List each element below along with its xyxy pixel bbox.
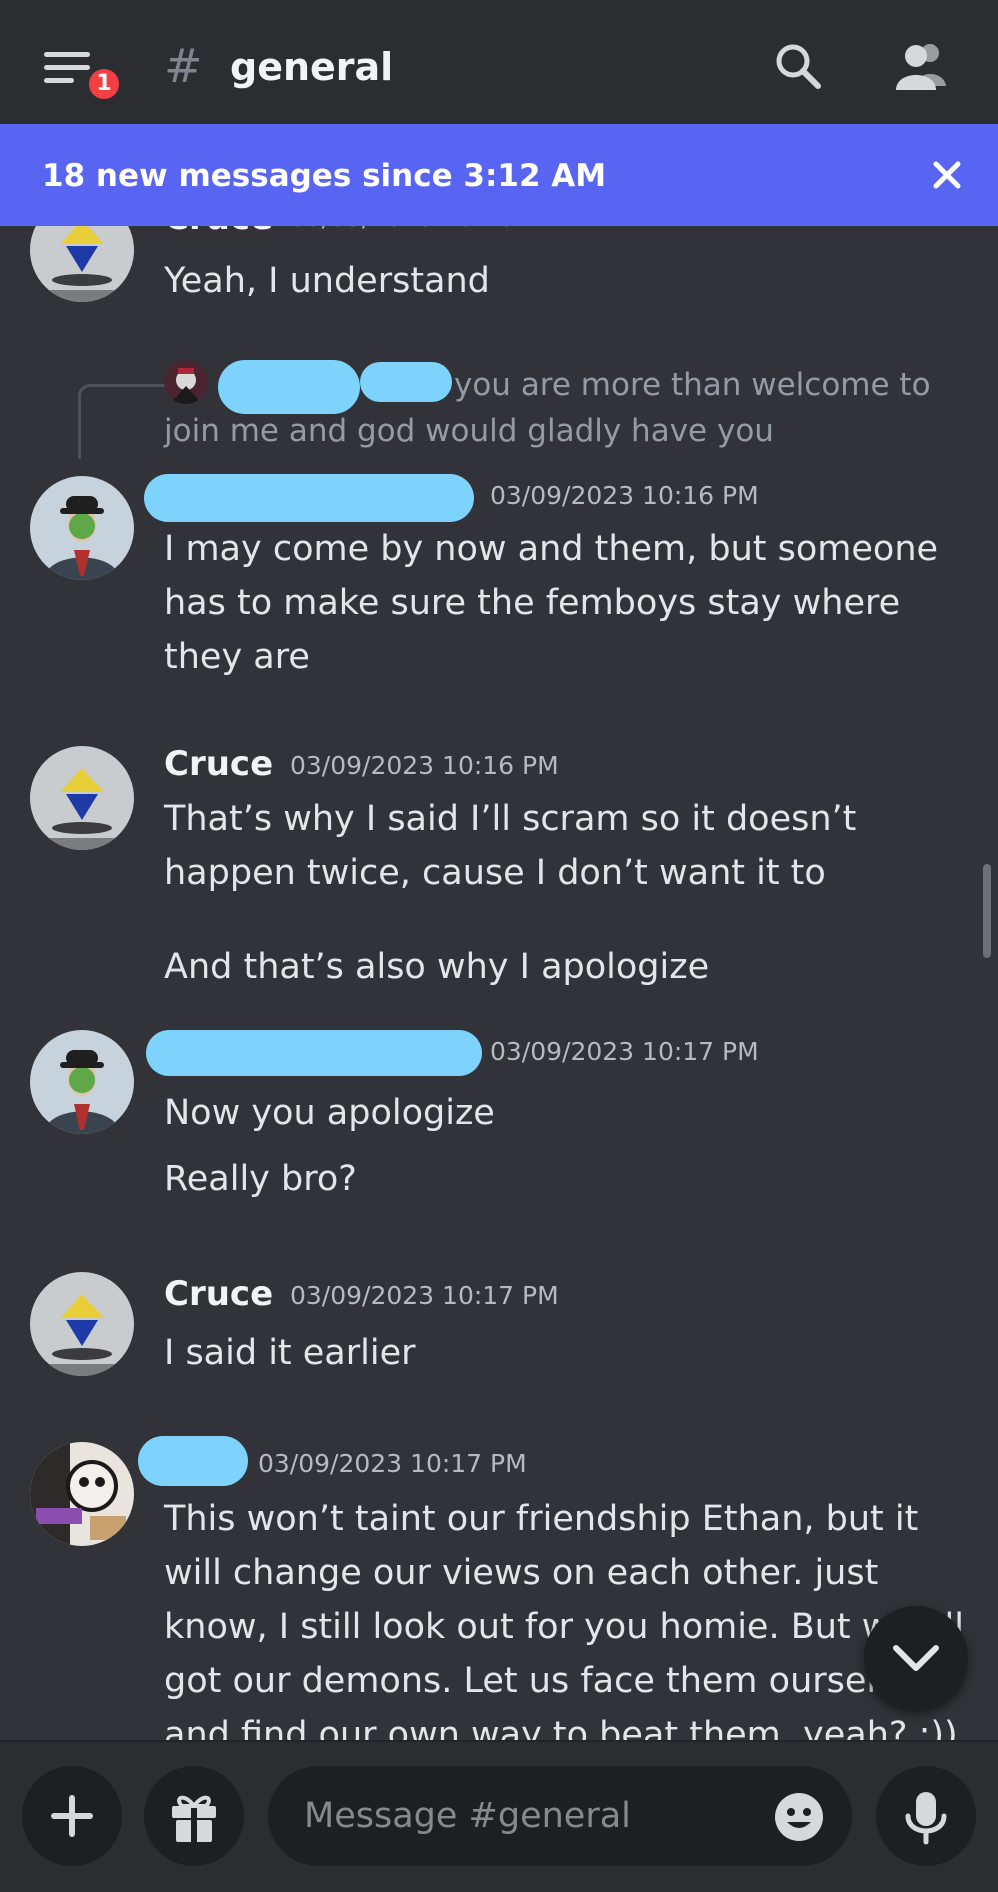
- message-timestamp: 03/09/2023 10:17 PM: [290, 1281, 559, 1310]
- scrollbar[interactable]: [983, 864, 991, 958]
- microphone-icon: [905, 1792, 947, 1845]
- reply-connector: [78, 384, 167, 459]
- message-text: That’s why I said I’ll scram so it doesn…: [164, 799, 857, 893]
- message-text: I may come by now and them, but someone …: [164, 529, 939, 677]
- message-text: Now you apologize: [164, 1093, 495, 1133]
- message-author[interactable]: Cruce: [164, 226, 273, 240]
- message-input[interactable]: [268, 1766, 852, 1866]
- channel-title[interactable]: general: [230, 40, 393, 94]
- reply-preview-text[interactable]: you are more than welcome to: [454, 362, 931, 408]
- redacted-name: [218, 360, 360, 414]
- reply-avatar[interactable]: [164, 360, 208, 404]
- redacted-name: [146, 1030, 482, 1076]
- message-composer: [0, 1740, 998, 1892]
- voice-message-button[interactable]: [876, 1766, 976, 1866]
- message-text: I said it earlier: [164, 1333, 416, 1373]
- new-messages-text: 18 new messages since 3:12 AM: [42, 158, 607, 194]
- channel-header: 1 # general: [0, 0, 998, 124]
- redacted-name: [138, 1436, 248, 1486]
- add-attachment-button[interactable]: [22, 1766, 122, 1866]
- message-timestamp: 03/09/2023 10:16 PM: [290, 226, 559, 240]
- avatar[interactable]: [30, 1272, 134, 1376]
- notification-badge: 1: [84, 64, 124, 104]
- avatar[interactable]: [30, 746, 134, 850]
- message-text: Really bro?: [164, 1159, 357, 1199]
- message-list[interactable]: Cruce 03/09/2023 10:16 PM Yeah, I unders…: [0, 226, 998, 1740]
- message-timestamp: 03/09/2023 10:16 PM: [490, 481, 759, 510]
- avatar[interactable]: [30, 1030, 134, 1134]
- avatar[interactable]: [30, 1442, 134, 1546]
- emoji-icon[interactable]: [772, 1790, 826, 1844]
- close-icon[interactable]: [928, 156, 966, 194]
- chevron-down-icon: [893, 1645, 939, 1671]
- search-icon[interactable]: [770, 38, 826, 94]
- redacted-name: [360, 362, 452, 402]
- message-text: And that’s also why I apologize: [164, 947, 710, 987]
- message-author[interactable]: Cruce: [164, 1272, 273, 1316]
- message-timestamp: 03/09/2023 10:17 PM: [490, 1037, 759, 1066]
- jump-to-bottom-button[interactable]: [864, 1606, 968, 1710]
- composer-divider: [0, 1740, 998, 1742]
- members-icon[interactable]: [890, 38, 952, 94]
- gift-icon: [172, 1795, 216, 1842]
- new-messages-banner[interactable]: 18 new messages since 3:12 AM: [0, 124, 998, 226]
- message-timestamp: 03/09/2023 10:17 PM: [258, 1449, 527, 1478]
- message-author[interactable]: Cruce: [164, 742, 273, 786]
- gift-button[interactable]: [144, 1766, 244, 1866]
- plus-icon: [51, 1795, 93, 1837]
- redacted-name: [144, 474, 474, 522]
- message-text: Yeah, I understand: [164, 261, 490, 301]
- avatar[interactable]: [30, 476, 134, 580]
- message-text: This won’t taint our friendship Ethan, b…: [164, 1499, 964, 1740]
- avatar[interactable]: [30, 226, 134, 302]
- reply-preview-text[interactable]: join me and god would gladly have you: [164, 408, 774, 454]
- message-timestamp: 03/09/2023 10:16 PM: [290, 751, 559, 780]
- hash-icon: #: [164, 39, 203, 93]
